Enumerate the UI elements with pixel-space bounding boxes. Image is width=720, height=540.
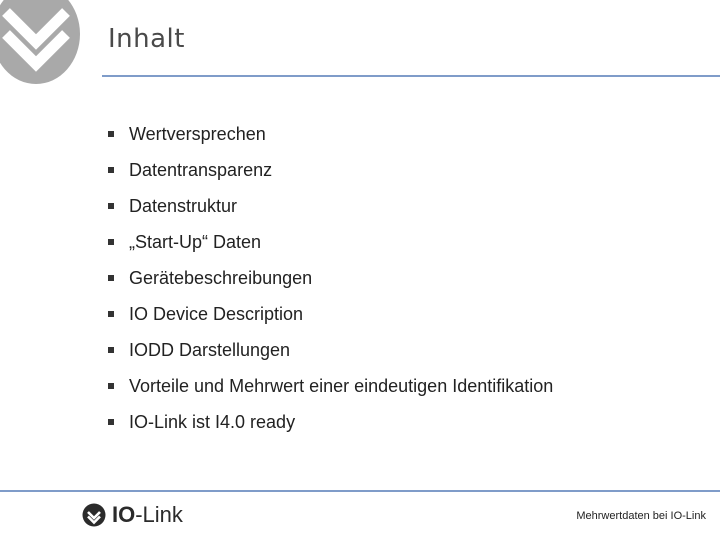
list-item: Datentransparenz xyxy=(108,152,553,188)
list-item-text: Wertversprechen xyxy=(129,123,266,144)
list-item-text: Datenstruktur xyxy=(129,195,238,216)
bullet-icon xyxy=(108,239,114,245)
bullet-icon xyxy=(108,347,114,353)
bullet-icon xyxy=(108,275,114,281)
io-link-logo-icon xyxy=(82,503,106,527)
list-item: IO-Link ist I4.0 ready xyxy=(108,404,553,440)
list-item-text: Vorteile und Mehrwert einer eindeutigen … xyxy=(129,375,554,396)
io-link-emblem-icon xyxy=(0,0,80,84)
list-item-text: „Start-Up“ Daten xyxy=(129,231,262,252)
title-divider xyxy=(102,75,720,77)
agenda-list: Wertversprechen Datentransparenz Datenst… xyxy=(108,116,553,440)
footer-caption: Mehrwertdaten bei IO-Link xyxy=(576,510,706,522)
list-item-text: IO-Link ist I4.0 ready xyxy=(129,411,296,432)
list-item-text: Gerätebeschreibungen xyxy=(129,267,313,288)
bullet-icon xyxy=(108,419,114,425)
list-item: Wertversprechen xyxy=(108,116,553,152)
list-item: „Start-Up“ Daten xyxy=(108,224,553,260)
bullet-icon xyxy=(108,311,114,317)
list-item-text: IODD Darstellungen xyxy=(129,339,291,360)
brand-name-light: -Link xyxy=(135,502,183,527)
list-item: Vorteile und Mehrwert einer eindeutigen … xyxy=(108,368,553,404)
list-item: Datenstruktur xyxy=(108,188,553,224)
list-item: IO Device Description xyxy=(108,296,553,332)
slide-title: Inhalt xyxy=(108,24,185,54)
bullet-icon xyxy=(108,131,114,137)
bullet-icon xyxy=(108,167,114,173)
bullet-icon xyxy=(108,383,114,389)
list-item: Gerätebeschreibungen xyxy=(108,260,553,296)
list-item-text: Datentransparenz xyxy=(129,159,273,180)
list-item: IODD Darstellungen xyxy=(108,332,553,368)
footer-brand-logo: IO -Link xyxy=(82,502,183,528)
footer-divider xyxy=(0,490,720,492)
bullet-icon xyxy=(108,203,114,209)
list-item-text: IO Device Description xyxy=(129,303,304,324)
brand-name-bold: IO xyxy=(112,502,136,527)
